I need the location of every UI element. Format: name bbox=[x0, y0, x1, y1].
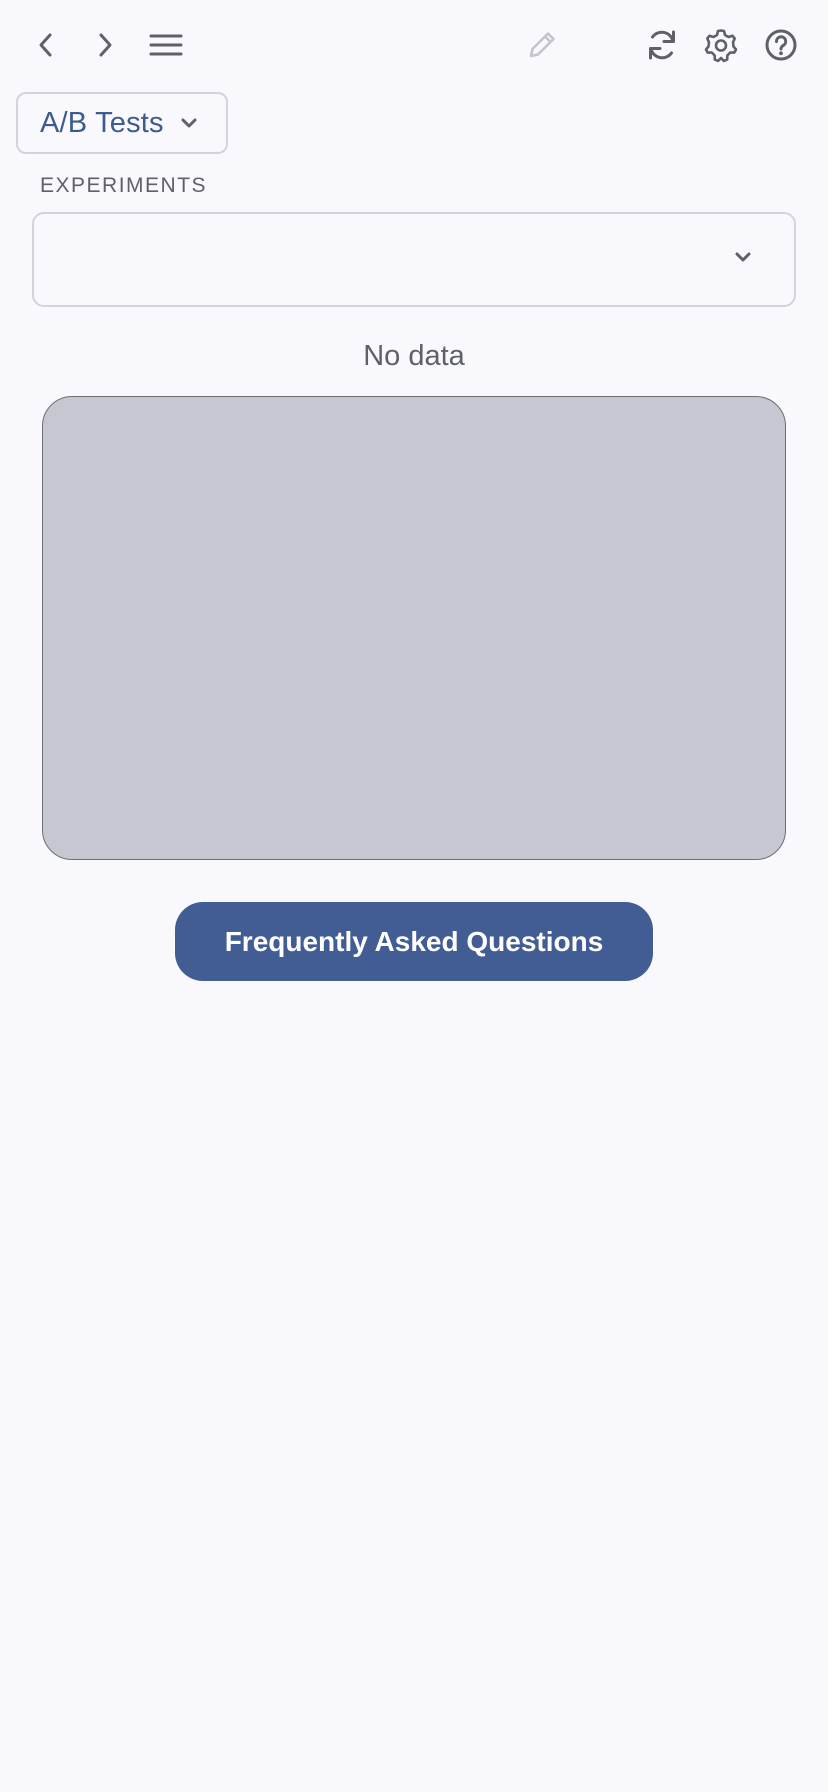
pencil-icon bbox=[525, 28, 559, 62]
app-selector-dropdown[interactable]: A/B Tests bbox=[16, 92, 228, 154]
faq-button[interactable]: Frequently Asked Questions bbox=[175, 902, 653, 981]
question-circle-icon bbox=[763, 27, 799, 63]
forward-button[interactable] bbox=[83, 23, 127, 67]
hamburger-menu-icon bbox=[149, 33, 183, 57]
experiments-dropdown[interactable] bbox=[32, 212, 796, 307]
gear-icon bbox=[703, 27, 739, 63]
chevron-left-icon bbox=[35, 32, 57, 58]
experiments-label: EXPERIMENTS bbox=[40, 174, 208, 197]
empty-content-panel bbox=[42, 396, 786, 860]
menu-button[interactable] bbox=[144, 23, 188, 67]
settings-button[interactable] bbox=[699, 23, 743, 67]
edit-button[interactable] bbox=[520, 23, 564, 67]
chevron-down-icon bbox=[734, 250, 752, 268]
chevron-right-icon bbox=[94, 32, 116, 58]
chevron-down-icon bbox=[180, 117, 198, 129]
no-data-message: No data bbox=[363, 340, 465, 372]
refresh-button[interactable] bbox=[640, 23, 684, 67]
top-toolbar bbox=[0, 0, 828, 90]
back-button[interactable] bbox=[24, 23, 68, 67]
refresh-icon bbox=[644, 27, 680, 63]
app-selector-label: A/B Tests bbox=[40, 106, 164, 139]
help-button[interactable] bbox=[759, 23, 803, 67]
